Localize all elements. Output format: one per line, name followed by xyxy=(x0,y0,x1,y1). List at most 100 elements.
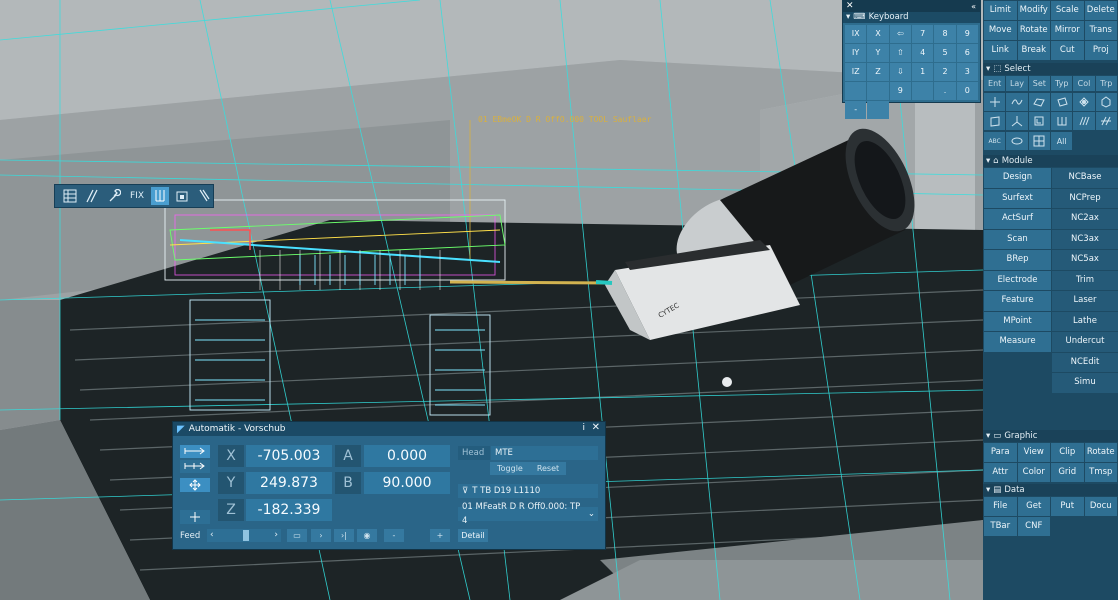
y-value[interactable]: 249.873 xyxy=(246,472,332,494)
solid-icon[interactable] xyxy=(1095,93,1117,111)
key-blank-18[interactable] xyxy=(845,82,867,100)
module-ncprep-button[interactable]: NCPrep xyxy=(1052,188,1118,208)
text-select-button[interactable]: ABC xyxy=(984,132,1006,150)
wrench-icon[interactable] xyxy=(105,187,123,205)
module-feature-button[interactable]: Feature xyxy=(984,291,1051,311)
tool-holder-icon[interactable] xyxy=(195,187,213,205)
module-surfext-button[interactable]: Surfext xyxy=(984,188,1051,208)
key-9-5[interactable]: 9 xyxy=(956,25,978,43)
hatch-icon[interactable] xyxy=(1073,112,1095,130)
axis-icon[interactable] xyxy=(1006,112,1028,130)
reset-button[interactable]: Reset xyxy=(530,462,566,475)
ellipse-icon[interactable] xyxy=(1006,132,1028,150)
key-2-16[interactable]: 2 xyxy=(934,63,956,81)
module-undercut-button[interactable]: Undercut xyxy=(1052,332,1118,352)
key-blank-19[interactable] xyxy=(867,82,889,100)
data-put-button[interactable]: Put xyxy=(1051,496,1084,516)
cmd-delete-button[interactable]: Delete xyxy=(1084,1,1117,20)
jog-mode-button[interactable] xyxy=(180,478,210,492)
surface-icon[interactable] xyxy=(1028,93,1050,111)
toolpath-icon[interactable] xyxy=(151,187,169,205)
graphic-clip-button[interactable]: Clip xyxy=(1051,442,1084,462)
z-value[interactable]: -182.339 xyxy=(246,499,332,521)
select-tab-ent[interactable]: Ent xyxy=(984,76,1006,91)
module-nc2ax-button[interactable]: NC2ax xyxy=(1052,209,1118,229)
play-button[interactable]: › xyxy=(311,529,331,542)
info-icon[interactable]: i xyxy=(582,423,585,433)
stop-button[interactable]: ◉ xyxy=(357,529,377,542)
key-iy-6[interactable]: IY xyxy=(845,44,867,62)
module-mpoint-button[interactable]: MPoint xyxy=(984,311,1051,331)
key-blank-8[interactable]: ⇧ xyxy=(889,44,911,62)
key-0-23[interactable]: 0 xyxy=(956,82,978,100)
toggle-button[interactable]: Toggle xyxy=(490,462,530,475)
select-all-button[interactable]: All xyxy=(1051,132,1073,150)
module-nc5ax-button[interactable]: NC5ax xyxy=(1052,250,1118,270)
face-icon[interactable] xyxy=(1051,93,1073,111)
graphic-tmsp-button[interactable]: Tmsp xyxy=(1084,462,1117,482)
fix-button[interactable]: FIX xyxy=(127,187,147,205)
step-back-button[interactable]: ▭ xyxy=(287,529,307,542)
graphic-view-button[interactable]: View xyxy=(1017,442,1050,462)
feed-slider[interactable]: ‹ › xyxy=(207,529,281,542)
detail-button[interactable]: Detail xyxy=(458,529,488,542)
select-tab-set[interactable]: Set xyxy=(1028,76,1050,91)
data-cnf-button[interactable]: CNF xyxy=(1017,516,1050,536)
module-trim-button[interactable]: Trim xyxy=(1052,270,1118,290)
group-icon[interactable] xyxy=(1051,112,1073,130)
module-electrode-button[interactable]: Electrode xyxy=(984,270,1051,290)
module-ncbase-button[interactable]: NCBase xyxy=(1052,168,1118,188)
b-value[interactable]: 90.000 xyxy=(364,472,450,494)
data-file-button[interactable]: File xyxy=(984,496,1017,516)
module-laser-button[interactable]: Laser xyxy=(1052,291,1118,311)
key-4-9[interactable]: 4 xyxy=(912,44,934,62)
plane-icon[interactable] xyxy=(984,112,1006,130)
operation-select[interactable]: 01 MFeatR D R Off0.000: TP 4 ⌄ xyxy=(458,502,598,526)
graphic-color-button[interactable]: Color xyxy=(1017,462,1050,482)
pattern-icon[interactable] xyxy=(1095,112,1117,130)
key-y-7[interactable]: Y xyxy=(867,44,889,62)
close-icon[interactable]: ✕ xyxy=(592,422,600,433)
module-ncedit-button[interactable]: NCEdit xyxy=(1052,352,1118,372)
step-mode-button[interactable] xyxy=(180,460,210,473)
cmd-modify-button[interactable]: Modify xyxy=(1017,1,1050,20)
key-blank-25[interactable] xyxy=(867,101,889,119)
select-tab-col[interactable]: Col xyxy=(1073,76,1095,91)
cmd-break-button[interactable]: Break xyxy=(1017,41,1050,60)
x-value[interactable]: -705.003 xyxy=(246,445,332,467)
parallel-lines-icon[interactable] xyxy=(83,187,101,205)
close-icon[interactable]: ✕ xyxy=(846,1,854,12)
key-blank-14[interactable]: ⇩ xyxy=(889,63,911,81)
module-brep-button[interactable]: BRep xyxy=(984,250,1051,270)
module-design-button[interactable]: Design xyxy=(984,168,1051,188)
collapse-icon[interactable]: « xyxy=(971,1,976,12)
home-mode-button[interactable] xyxy=(180,510,210,524)
plus-button[interactable]: + xyxy=(430,529,450,542)
module-simu-button[interactable]: Simu xyxy=(1052,373,1118,393)
cmd-cut-button[interactable]: Cut xyxy=(1051,41,1084,60)
graphic-para-button[interactable]: Para xyxy=(984,442,1017,462)
cmd-limit-button[interactable]: Limit xyxy=(984,1,1017,20)
graphic-attr-button[interactable]: Attr xyxy=(984,462,1017,482)
module-nc3ax-button[interactable]: NC3ax xyxy=(1052,229,1118,249)
key-ix-0[interactable]: IX xyxy=(845,25,867,43)
key-7-3[interactable]: 7 xyxy=(912,25,934,43)
key-6-11[interactable]: 6 xyxy=(956,44,978,62)
data-tbar-button[interactable]: TBar xyxy=(984,516,1017,536)
feed-slider-thumb[interactable] xyxy=(243,530,249,541)
grid-select-icon[interactable] xyxy=(1028,132,1050,150)
table-icon[interactable] xyxy=(61,187,79,205)
chevron-down-icon[interactable]: ▾ xyxy=(846,12,850,23)
graphic-section-header[interactable]: ▾ ▭ Graphic xyxy=(983,429,1118,442)
data-docu-button[interactable]: Docu xyxy=(1084,496,1117,516)
cmd-link-button[interactable]: Link xyxy=(984,41,1017,60)
head-field[interactable]: MTE xyxy=(491,446,598,460)
module-measure-button[interactable]: Measure xyxy=(984,332,1051,352)
key-5-10[interactable]: 5 xyxy=(934,44,956,62)
frame-icon[interactable] xyxy=(1028,112,1050,130)
graphic-rotate-button[interactable]: Rotate xyxy=(1084,442,1117,462)
cmd-rotate-button[interactable]: Rotate xyxy=(1017,21,1050,40)
cmd-scale-button[interactable]: Scale xyxy=(1051,1,1084,20)
minus-button[interactable]: - xyxy=(384,529,404,542)
point-icon[interactable] xyxy=(984,93,1006,111)
